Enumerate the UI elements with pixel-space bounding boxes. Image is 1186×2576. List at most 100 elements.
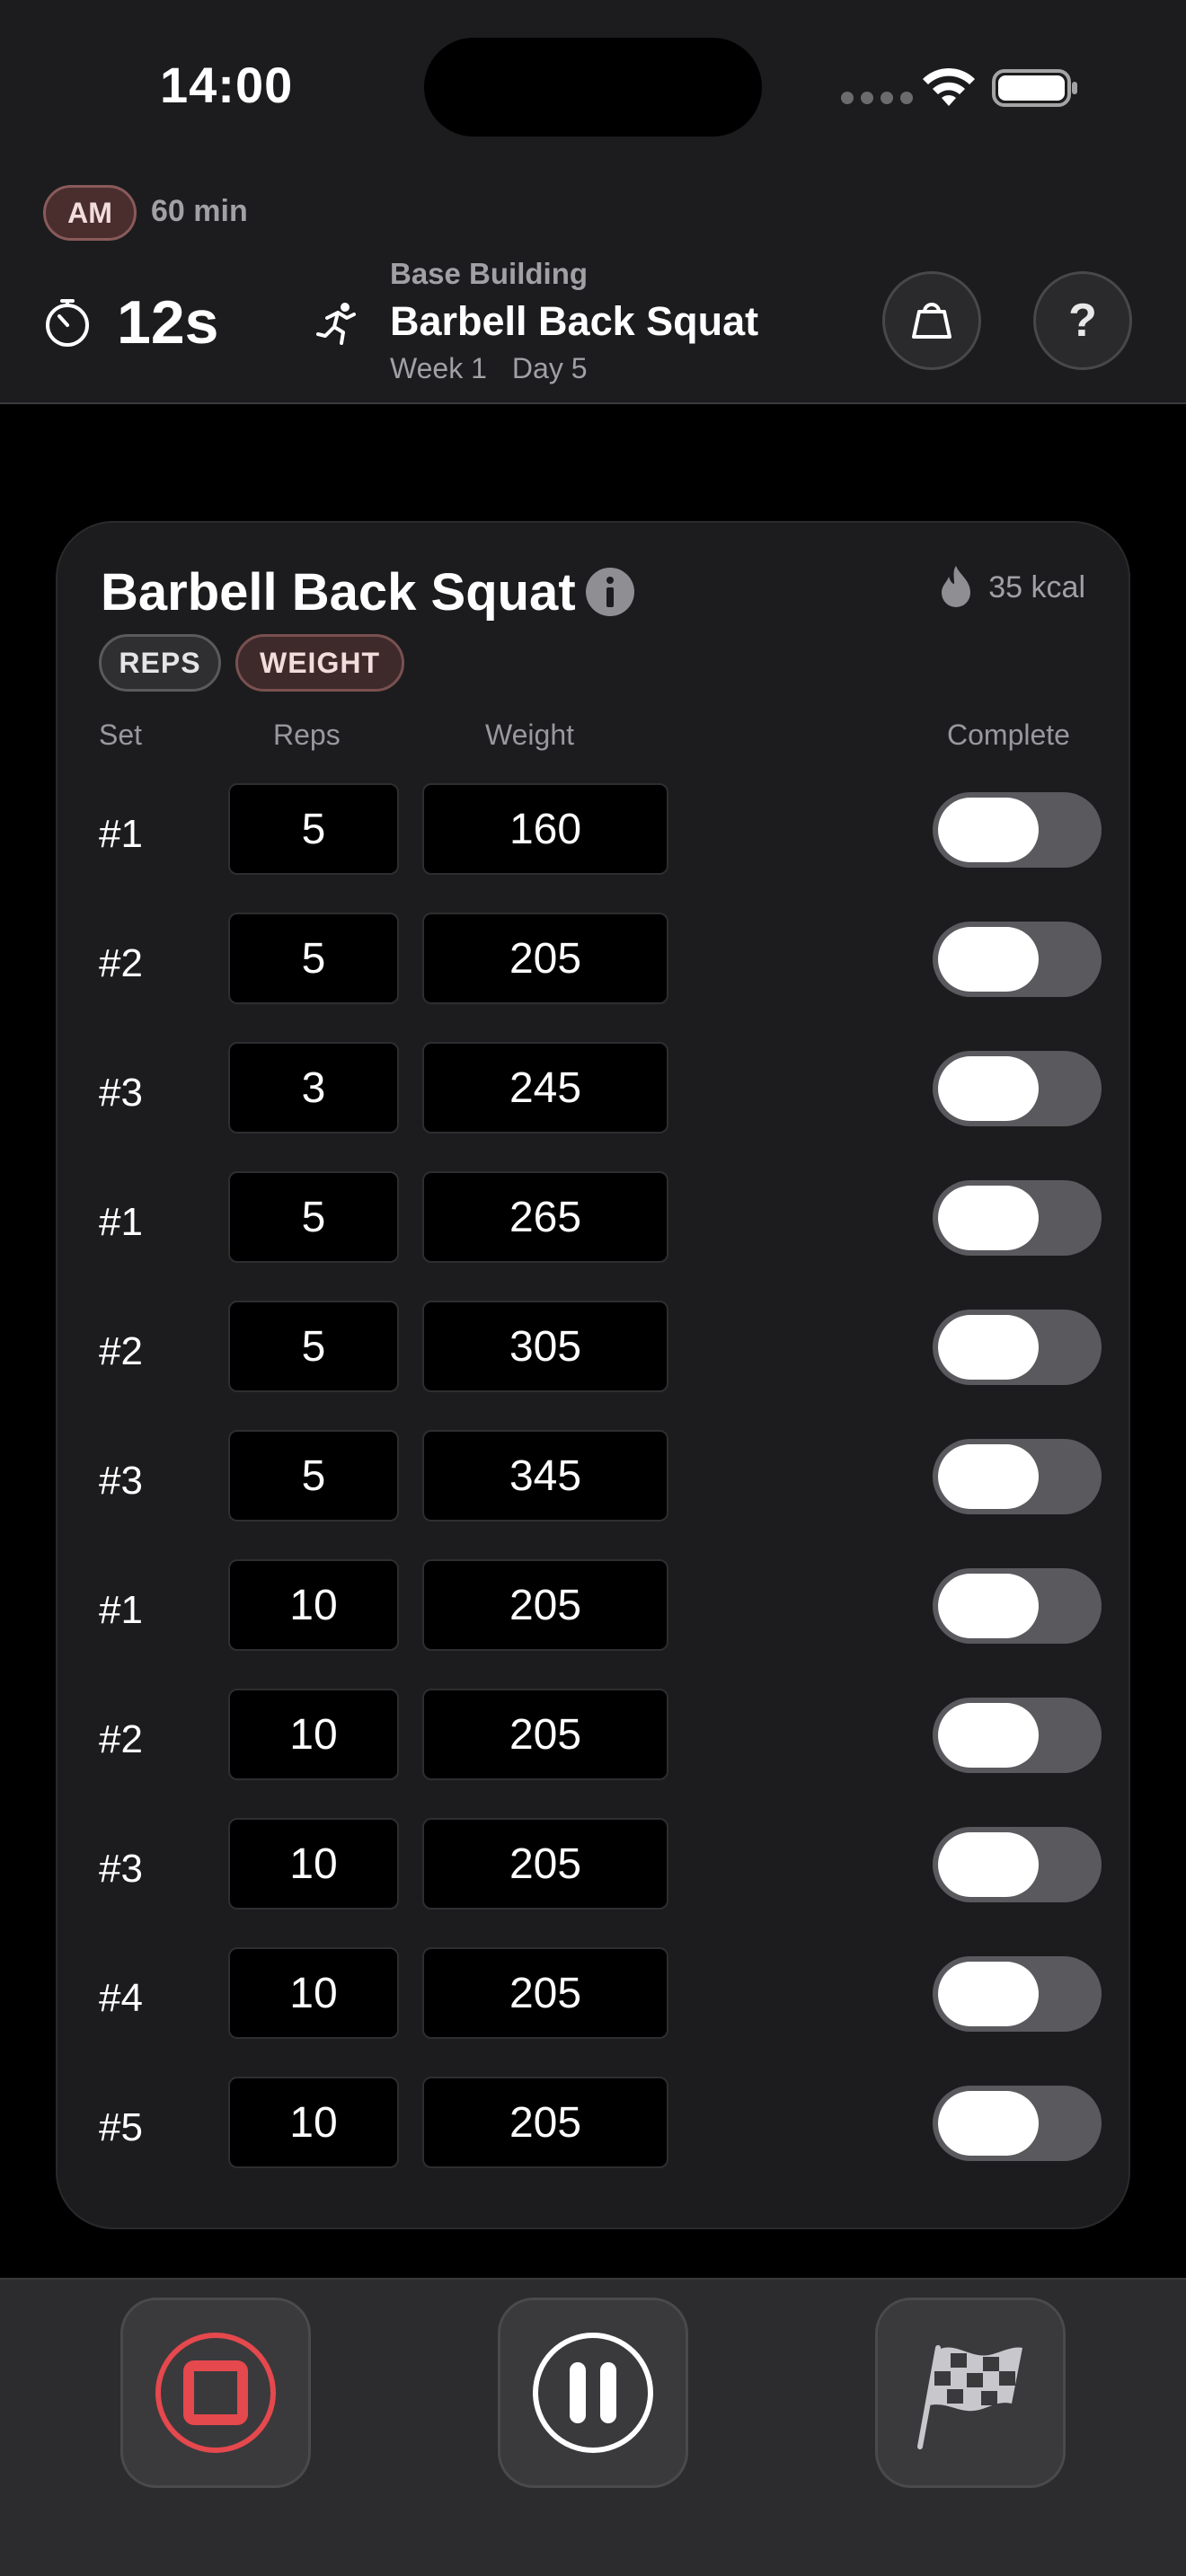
weight-field[interactable]: 265 xyxy=(422,1171,668,1263)
reps-chip[interactable]: REPS xyxy=(99,634,221,692)
set-number: #3 xyxy=(99,1071,143,1115)
kettlebell-icon xyxy=(912,303,951,339)
session-badge: AM xyxy=(43,185,137,241)
toggle-knob xyxy=(938,1056,1039,1121)
reps-field[interactable]: 3 xyxy=(228,1042,399,1134)
pause-icon xyxy=(533,2333,653,2453)
exercise-card: Barbell Back Squat 35 kcal REPS WEIGHT S… xyxy=(56,521,1130,2229)
calories-value: 35 kcal xyxy=(988,569,1085,604)
set-number: #5 xyxy=(99,2105,143,2149)
reps-field[interactable]: 10 xyxy=(228,1818,399,1910)
set-number: #2 xyxy=(99,1717,143,1761)
weight-field[interactable]: 205 xyxy=(422,1559,668,1651)
session-duration: 60 min xyxy=(151,194,248,228)
set-row: #5 10 205 xyxy=(58,2077,1128,2206)
toggle-knob xyxy=(938,798,1039,862)
reps-field[interactable]: 10 xyxy=(228,1689,399,1780)
set-row: #1 5 265 xyxy=(58,1171,1128,1301)
complete-toggle[interactable] xyxy=(933,1568,1102,1644)
weight-chip[interactable]: WEIGHT xyxy=(235,634,404,692)
running-figure-icon xyxy=(316,303,356,345)
weight-field[interactable]: 205 xyxy=(422,1818,668,1910)
elapsed-timer: 12s xyxy=(117,288,219,357)
set-row: #1 5 160 xyxy=(58,783,1128,913)
cellular-signal-icon xyxy=(841,92,913,104)
complete-toggle[interactable] xyxy=(933,1310,1102,1385)
set-row: #3 5 345 xyxy=(58,1430,1128,1559)
reps-field[interactable]: 5 xyxy=(228,1301,399,1392)
weight-field[interactable]: 160 xyxy=(422,783,668,875)
weight-field[interactable]: 305 xyxy=(422,1301,668,1392)
complete-toggle[interactable] xyxy=(933,2086,1102,2161)
set-row: #2 10 205 xyxy=(58,1689,1128,1818)
control-bar xyxy=(0,2278,1186,2576)
toggle-knob xyxy=(938,1186,1039,1250)
dynamic-island xyxy=(424,38,762,137)
weight-plate-button[interactable] xyxy=(882,271,981,370)
reps-field[interactable]: 10 xyxy=(228,1947,399,2039)
reps-field[interactable]: 10 xyxy=(228,2077,399,2168)
weight-field[interactable]: 245 xyxy=(422,1042,668,1134)
stop-button[interactable] xyxy=(120,2298,311,2488)
stop-icon xyxy=(155,2333,276,2453)
toggle-knob xyxy=(938,1444,1039,1509)
complete-toggle[interactable] xyxy=(933,1698,1102,1773)
set-number: #1 xyxy=(99,1588,143,1632)
column-header-complete: Complete xyxy=(947,719,1070,751)
set-number: #3 xyxy=(99,1459,143,1503)
weight-field[interactable]: 205 xyxy=(422,1947,668,2039)
finish-button[interactable] xyxy=(875,2298,1066,2488)
complete-toggle[interactable] xyxy=(933,922,1102,997)
complete-toggle[interactable] xyxy=(933,1827,1102,1902)
complete-toggle[interactable] xyxy=(933,1051,1102,1126)
day-label: Day 5 xyxy=(511,352,588,384)
pause-button[interactable] xyxy=(498,2298,688,2488)
complete-toggle[interactable] xyxy=(933,792,1102,868)
set-row: #2 5 305 xyxy=(58,1301,1128,1430)
complete-toggle[interactable] xyxy=(933,1180,1102,1256)
sets-list: #1 5 160 #2 5 205 #3 3 245 #1 5 265 #2 5… xyxy=(58,783,1128,2206)
set-number: #1 xyxy=(99,812,143,856)
complete-toggle[interactable] xyxy=(933,1439,1102,1514)
set-row: #3 10 205 xyxy=(58,1818,1128,1947)
toggle-knob xyxy=(938,927,1039,992)
help-button[interactable]: ? xyxy=(1033,271,1132,370)
set-number: #2 xyxy=(99,1329,143,1373)
set-number: #2 xyxy=(99,941,143,985)
column-header-set: Set xyxy=(99,719,143,751)
complete-toggle[interactable] xyxy=(933,1956,1102,2032)
reps-field[interactable]: 10 xyxy=(228,1559,399,1651)
set-row: #4 10 205 xyxy=(58,1947,1128,2077)
week-label: Week 1 xyxy=(390,352,487,384)
toggle-knob xyxy=(938,1962,1039,2026)
reps-field[interactable]: 5 xyxy=(228,913,399,1004)
reps-field[interactable]: 5 xyxy=(228,783,399,875)
stopwatch-icon xyxy=(46,299,89,347)
set-number: #3 xyxy=(99,1847,143,1891)
toggle-knob xyxy=(938,1703,1039,1768)
info-icon[interactable] xyxy=(584,566,636,618)
toggle-knob xyxy=(938,1315,1039,1380)
weight-field[interactable]: 345 xyxy=(422,1430,668,1522)
reps-field[interactable]: 5 xyxy=(228,1430,399,1522)
exercise-title: Barbell Back Squat xyxy=(101,563,576,622)
weight-field[interactable]: 205 xyxy=(422,2077,668,2168)
reps-field[interactable]: 5 xyxy=(228,1171,399,1263)
weight-field[interactable]: 205 xyxy=(422,1689,668,1780)
weight-field[interactable]: 205 xyxy=(422,913,668,1004)
column-header-weight: Weight xyxy=(485,719,575,751)
set-row: #3 3 245 xyxy=(58,1042,1128,1171)
set-row: #1 10 205 xyxy=(58,1559,1128,1689)
set-number: #4 xyxy=(99,1976,143,2020)
column-header-reps: Reps xyxy=(273,719,341,751)
checkered-flag-icon xyxy=(917,2345,1022,2449)
week-day: Week 1 Day 5 xyxy=(390,352,613,385)
toggle-knob xyxy=(938,2091,1039,2156)
header: 14:00 AM 60 min 12s Base Building Barbel… xyxy=(0,0,1186,404)
battery-icon xyxy=(992,69,1077,107)
current-exercise: Barbell Back Squat xyxy=(390,298,759,344)
set-row: #2 5 205 xyxy=(58,913,1128,1042)
program-name: Base Building xyxy=(390,257,589,290)
calories: 35 kcal xyxy=(936,564,1085,611)
flame-icon xyxy=(942,566,971,607)
